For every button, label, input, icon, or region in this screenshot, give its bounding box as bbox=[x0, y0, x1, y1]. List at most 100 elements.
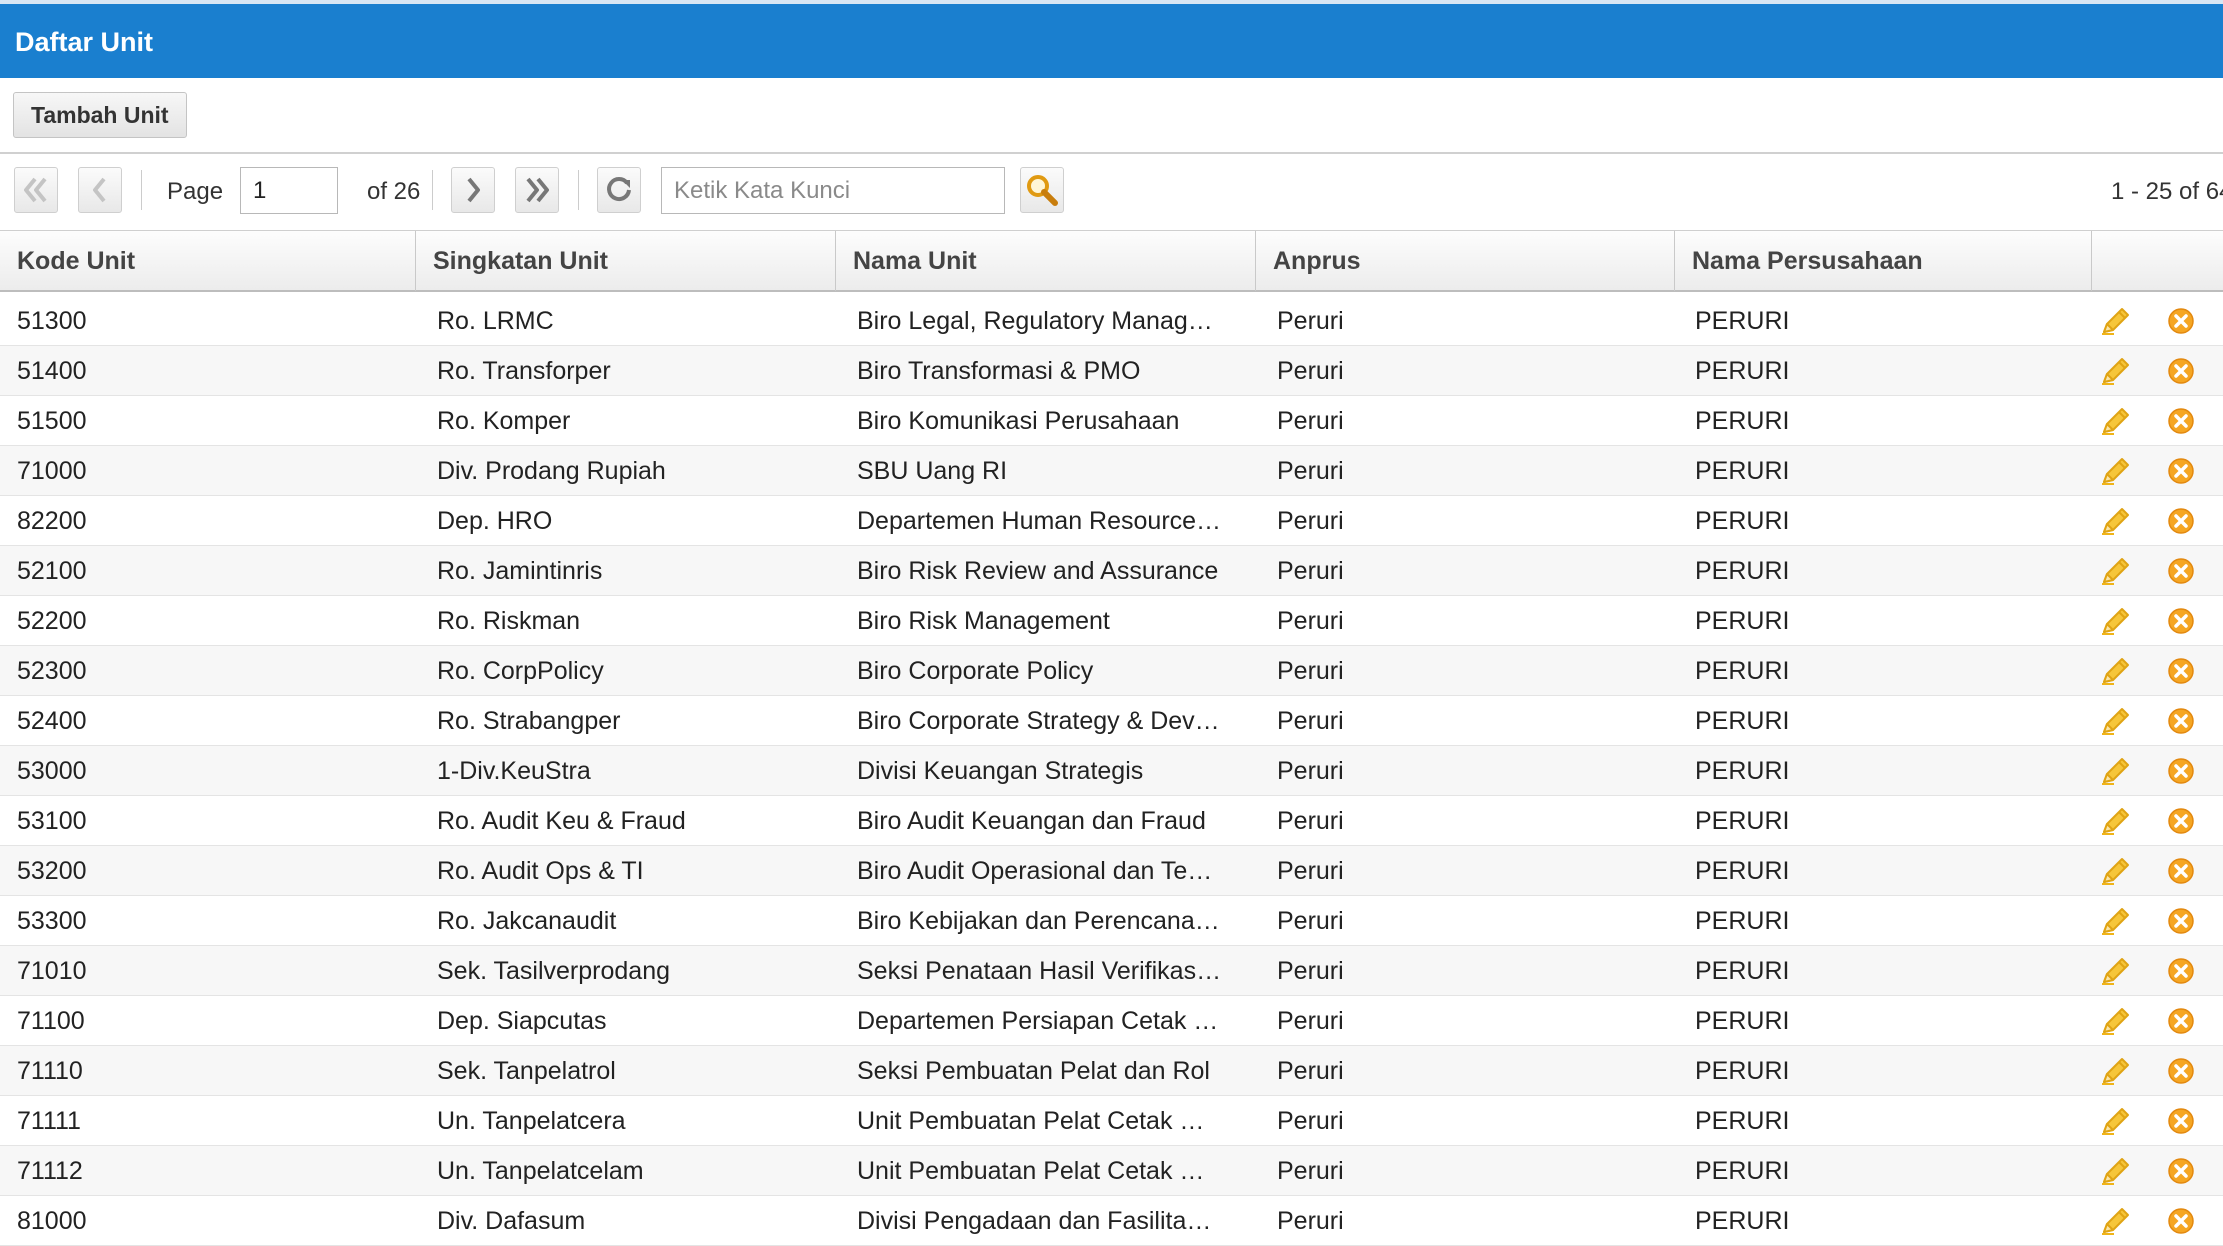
close-circle-icon[interactable] bbox=[2166, 406, 2198, 436]
kode-unit-cell: 82200 bbox=[17, 507, 87, 535]
table-row[interactable]: 82200 Dep. HRO Departemen Human Resource… P… bbox=[0, 496, 2223, 546]
kode-unit-cell: 53200 bbox=[17, 857, 87, 885]
table-row[interactable]: 53000 1-Div.KeuStra Divisi Keuangan Strate… bbox=[0, 746, 2223, 796]
nama-persusahaan-cell: PERURI bbox=[1695, 607, 1790, 635]
search-button[interactable] bbox=[1020, 167, 1064, 213]
pencil-icon[interactable] bbox=[2100, 556, 2132, 586]
nama-unit-cell: Unit Pembuatan Pelat Cetak … bbox=[857, 1157, 1205, 1185]
column-header-nama-unit[interactable]: Nama Unit bbox=[836, 231, 1256, 291]
singkatan-unit-cell: Sek. Tasilverprodang bbox=[437, 957, 671, 985]
table-row[interactable]: 71010 Sek. Tasilverprodang Seksi Penataan … bbox=[0, 946, 2223, 996]
nama-persusahaan-cell: PERURI bbox=[1695, 307, 1790, 335]
column-header-anprus[interactable]: Anprus bbox=[1256, 231, 1675, 291]
close-circle-icon[interactable] bbox=[2166, 856, 2198, 886]
table-row[interactable]: 51400 Ro. Transforper Biro Transformasi & … bbox=[0, 346, 2223, 396]
pencil-icon[interactable] bbox=[2100, 606, 2132, 636]
pencil-icon[interactable] bbox=[2100, 506, 2132, 536]
table-row[interactable]: 71000 Div. Prodang Rupiah SBU Uang RI Perur… bbox=[0, 446, 2223, 496]
column-header-singkatan-unit[interactable]: Singkatan Unit bbox=[416, 231, 836, 291]
page-number-input[interactable] bbox=[240, 167, 338, 214]
pencil-icon[interactable] bbox=[2100, 306, 2132, 336]
table-row[interactable]: 71112 Un. Tanpelatcelam Unit Pembuatan Pel… bbox=[0, 1146, 2223, 1196]
close-circle-icon[interactable] bbox=[2166, 806, 2198, 836]
nama-unit-cell: Biro Legal, Regulatory Manag… bbox=[857, 307, 1213, 335]
table-row[interactable]: 51300 Ro. LRMC Biro Legal, Regulatory Mana… bbox=[0, 296, 2223, 346]
column-header-kode-unit[interactable]: Kode Unit bbox=[0, 231, 416, 291]
pencil-icon[interactable] bbox=[2100, 656, 2132, 686]
close-circle-icon[interactable] bbox=[2166, 756, 2198, 786]
pencil-icon[interactable] bbox=[2100, 456, 2132, 486]
pencil-icon[interactable] bbox=[2100, 956, 2132, 986]
close-circle-icon[interactable] bbox=[2166, 706, 2198, 736]
close-circle-icon[interactable] bbox=[2166, 1106, 2198, 1136]
next-page-button[interactable] bbox=[451, 167, 495, 213]
close-circle-icon[interactable] bbox=[2166, 656, 2198, 686]
pencil-icon[interactable] bbox=[2100, 706, 2132, 736]
magnifier-icon bbox=[1025, 173, 1059, 207]
grid-body: 51300 Ro. LRMC Biro Legal, Regulatory Mana… bbox=[0, 296, 2223, 1246]
table-row[interactable]: 81000 Div. Dafasum Divisi Pengadaan dan Fa… bbox=[0, 1196, 2223, 1246]
pencil-icon[interactable] bbox=[2100, 1206, 2132, 1236]
pencil-icon[interactable] bbox=[2100, 1006, 2132, 1036]
close-circle-icon[interactable] bbox=[2166, 1156, 2198, 1186]
nama-persusahaan-cell: PERURI bbox=[1695, 1057, 1790, 1085]
pencil-icon[interactable] bbox=[2100, 406, 2132, 436]
anprus-cell: Peruri bbox=[1277, 807, 1344, 835]
add-unit-button[interactable]: Tambah Unit bbox=[13, 92, 187, 138]
close-circle-icon[interactable] bbox=[2166, 906, 2198, 936]
close-circle-icon[interactable] bbox=[2166, 456, 2198, 486]
close-circle-icon[interactable] bbox=[2166, 1056, 2198, 1086]
close-circle-icon[interactable] bbox=[2166, 506, 2198, 536]
table-row[interactable]: 52100 Ro. Jamintinris Biro Risk Review and… bbox=[0, 546, 2223, 596]
page-count-label: of 26 bbox=[367, 178, 421, 205]
close-circle-icon[interactable] bbox=[2166, 1206, 2198, 1236]
column-header-nama-persusahaan[interactable]: Nama Persusahaan bbox=[1675, 231, 2092, 291]
close-circle-icon[interactable] bbox=[2166, 556, 2198, 586]
singkatan-unit-cell: Div. Dafasum bbox=[437, 1207, 586, 1235]
table-row[interactable]: 53200 Ro. Audit Ops & TI Biro Audit Operas… bbox=[0, 846, 2223, 896]
pencil-icon[interactable] bbox=[2100, 1156, 2132, 1186]
nama-persusahaan-cell: PERURI bbox=[1695, 507, 1790, 535]
nama-persusahaan-cell: PERURI bbox=[1695, 1107, 1790, 1135]
close-circle-icon[interactable] bbox=[2166, 606, 2198, 636]
table-row[interactable]: 52300 Ro. CorpPolicy Biro Corporate Policy… bbox=[0, 646, 2223, 696]
kode-unit-cell: 71110 bbox=[17, 1057, 83, 1085]
page-title: Daftar Unit bbox=[15, 27, 154, 57]
last-page-button[interactable] bbox=[515, 167, 559, 213]
nama-persusahaan-cell: PERURI bbox=[1695, 407, 1790, 435]
singkatan-unit-cell: Ro. Strabangper bbox=[437, 707, 621, 735]
table-row[interactable]: 71110 Sek. Tanpelatrol Seksi Pembuatan Pel… bbox=[0, 1046, 2223, 1096]
anprus-cell: Peruri bbox=[1277, 507, 1344, 535]
table-row[interactable]: 71111 Un. Tanpelatcera Unit Pembuatan Pela… bbox=[0, 1096, 2223, 1146]
nama-persusahaan-cell: PERURI bbox=[1695, 357, 1790, 385]
table-row[interactable]: 52400 Ro. Strabangper Biro Corporate Strat… bbox=[0, 696, 2223, 746]
singkatan-unit-cell: Ro. CorpPolicy bbox=[437, 657, 604, 685]
keyword-search-input[interactable] bbox=[661, 167, 1005, 214]
close-circle-icon[interactable] bbox=[2166, 356, 2198, 386]
table-row[interactable]: 53100 Ro. Audit Keu & Fraud Biro Audit Keu… bbox=[0, 796, 2223, 846]
separator bbox=[432, 170, 433, 210]
anprus-cell: Peruri bbox=[1277, 607, 1344, 635]
close-circle-icon[interactable] bbox=[2166, 956, 2198, 986]
table-row[interactable]: 53300 Ro. Jakcanaudit Biro Kebijakan dan P… bbox=[0, 896, 2223, 946]
close-circle-icon[interactable] bbox=[2166, 306, 2198, 336]
table-row[interactable]: 52200 Ro. Riskman Biro Risk Management Peru… bbox=[0, 596, 2223, 646]
pencil-icon[interactable] bbox=[2100, 856, 2132, 886]
prev-page-button[interactable] bbox=[78, 167, 122, 213]
pencil-icon[interactable] bbox=[2100, 1106, 2132, 1136]
table-row[interactable]: 71100 Dep. Siapcutas Departemen Persiapan … bbox=[0, 996, 2223, 1046]
close-circle-icon[interactable] bbox=[2166, 1006, 2198, 1036]
pencil-icon[interactable] bbox=[2100, 806, 2132, 836]
pencil-icon[interactable] bbox=[2100, 356, 2132, 386]
singkatan-unit-cell: Dep. Siapcutas bbox=[437, 1007, 607, 1035]
first-page-button[interactable] bbox=[14, 167, 58, 213]
column-header-actions bbox=[2092, 231, 2223, 291]
pencil-icon[interactable] bbox=[2100, 906, 2132, 936]
refresh-button[interactable] bbox=[597, 167, 641, 213]
nama-unit-cell: SBU Uang RI bbox=[857, 457, 1008, 485]
nama-persusahaan-cell: PERURI bbox=[1695, 807, 1790, 835]
kode-unit-cell: 52100 bbox=[17, 557, 87, 585]
table-row[interactable]: 51500 Ro. Komper Biro Komunikasi Perusahaa… bbox=[0, 396, 2223, 446]
pencil-icon[interactable] bbox=[2100, 1056, 2132, 1086]
pencil-icon[interactable] bbox=[2100, 756, 2132, 786]
